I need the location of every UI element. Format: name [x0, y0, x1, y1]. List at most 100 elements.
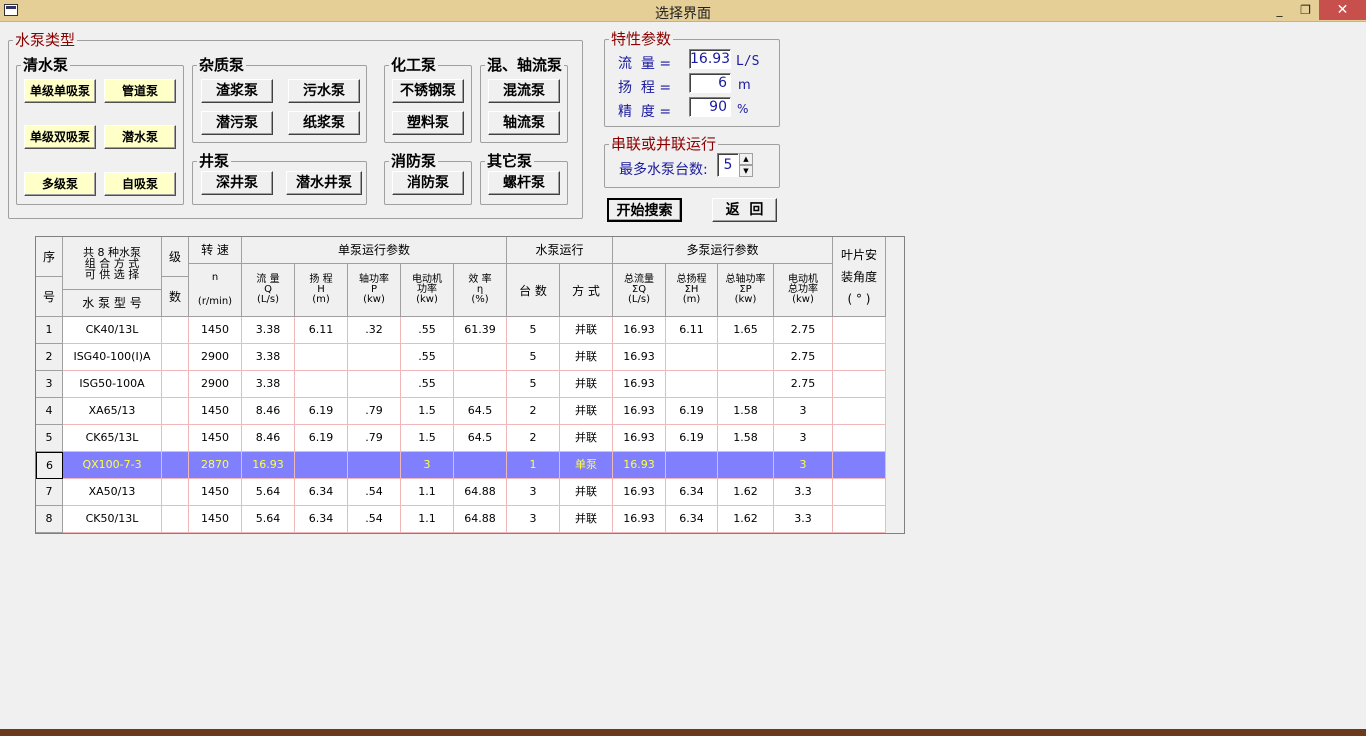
head-cell[interactable]: 6.11: [295, 317, 348, 344]
model-cell[interactable]: CK40/13L: [63, 317, 162, 344]
total-head-cell[interactable]: [666, 371, 718, 398]
motor-power-cell[interactable]: .55: [401, 344, 454, 371]
submersible-sewage-pump-button[interactable]: 潜污泵: [201, 111, 273, 135]
sewage-pump-button[interactable]: 污水泵: [288, 79, 360, 103]
efficiency-cell[interactable]: 64.88: [454, 479, 507, 506]
head-cell[interactable]: [295, 344, 348, 371]
fire-pump-button[interactable]: 消防泵: [392, 171, 464, 195]
total-shaft-power-cell[interactable]: 1.62: [718, 506, 774, 533]
total-motor-power-cell[interactable]: 3.3: [774, 479, 833, 506]
count-cell[interactable]: 3: [507, 506, 560, 533]
shaft-power-cell[interactable]: [348, 344, 401, 371]
mixed-flow-pump-button[interactable]: 混流泵: [488, 79, 560, 103]
speed-cell[interactable]: 1450: [189, 479, 242, 506]
seq-cell[interactable]: 2: [36, 344, 63, 371]
stage-cell[interactable]: [162, 425, 189, 452]
single-stage-double-suction-button[interactable]: 单级双吸泵: [24, 125, 96, 149]
seq-cell[interactable]: 1: [36, 317, 63, 344]
plastic-pump-button[interactable]: 塑料泵: [392, 111, 464, 135]
speed-cell[interactable]: 1450: [189, 506, 242, 533]
precision-input[interactable]: 90: [689, 97, 731, 117]
multistage-pump-button[interactable]: 多级泵: [24, 172, 96, 196]
total-flow-cell[interactable]: 16.93: [613, 317, 666, 344]
seq-cell[interactable]: 8: [36, 506, 63, 533]
stage-cell[interactable]: [162, 371, 189, 398]
head-cell[interactable]: [295, 452, 348, 479]
count-cell[interactable]: 5: [507, 317, 560, 344]
head-cell[interactable]: 6.34: [295, 479, 348, 506]
close-button[interactable]: ✕: [1319, 0, 1366, 20]
speed-cell[interactable]: 2870: [189, 452, 242, 479]
total-head-cell[interactable]: 6.19: [666, 398, 718, 425]
single-stage-single-suction-button[interactable]: 单级单吸泵: [24, 79, 96, 103]
total-shaft-power-cell[interactable]: 1.65: [718, 317, 774, 344]
total-shaft-power-cell[interactable]: [718, 344, 774, 371]
total-head-cell[interactable]: 6.19: [666, 425, 718, 452]
blade-angle-cell[interactable]: [833, 452, 886, 479]
total-shaft-power-cell[interactable]: 1.62: [718, 479, 774, 506]
motor-power-cell[interactable]: .55: [401, 317, 454, 344]
efficiency-cell[interactable]: [454, 452, 507, 479]
total-flow-cell[interactable]: 16.93: [613, 506, 666, 533]
seq-cell[interactable]: 7: [36, 479, 63, 506]
count-cell[interactable]: 5: [507, 344, 560, 371]
max-pump-count-input[interactable]: 5: [717, 153, 739, 177]
total-shaft-power-cell[interactable]: 1.58: [718, 425, 774, 452]
total-flow-cell[interactable]: 16.93: [613, 398, 666, 425]
model-cell[interactable]: XA50/13: [63, 479, 162, 506]
total-motor-power-cell[interactable]: 3: [774, 398, 833, 425]
model-cell[interactable]: ISG50-100A: [63, 371, 162, 398]
total-motor-power-cell[interactable]: 3: [774, 452, 833, 479]
efficiency-cell[interactable]: [454, 344, 507, 371]
flow-cell[interactable]: 16.93: [242, 452, 295, 479]
model-cell[interactable]: QX100-7-3: [63, 452, 162, 479]
blade-angle-cell[interactable]: [833, 344, 886, 371]
total-flow-cell[interactable]: 16.93: [613, 371, 666, 398]
total-motor-power-cell[interactable]: 2.75: [774, 317, 833, 344]
count-cell[interactable]: 3: [507, 479, 560, 506]
stage-cell[interactable]: [162, 317, 189, 344]
total-head-cell[interactable]: [666, 452, 718, 479]
back-button[interactable]: 返 回: [712, 198, 777, 222]
flow-cell[interactable]: 3.38: [242, 371, 295, 398]
blade-angle-cell[interactable]: [833, 317, 886, 344]
motor-power-cell[interactable]: 1.1: [401, 506, 454, 533]
total-flow-cell[interactable]: 16.93: [613, 452, 666, 479]
shaft-power-cell[interactable]: [348, 371, 401, 398]
stainless-steel-pump-button[interactable]: 不锈钢泵: [392, 79, 464, 103]
mode-cell[interactable]: 并联: [560, 506, 613, 533]
total-head-cell[interactable]: [666, 344, 718, 371]
model-cell[interactable]: CK50/13L: [63, 506, 162, 533]
shaft-power-cell[interactable]: .79: [348, 425, 401, 452]
efficiency-cell[interactable]: 64.5: [454, 425, 507, 452]
count-cell[interactable]: 2: [507, 398, 560, 425]
model-cell[interactable]: ISG40-100(I)A: [63, 344, 162, 371]
pulp-pump-button[interactable]: 纸浆泵: [288, 111, 360, 135]
results-grid[interactable]: 序号共 8 种水泵 组 合 方 式 可 供 选 择水 泵 型 号级数转 速 n (r…: [35, 236, 905, 534]
submersible-well-pump-button[interactable]: 潜水井泵: [286, 171, 362, 195]
slurry-pump-button[interactable]: 渣浆泵: [201, 79, 273, 103]
spinner-up-button[interactable]: ▲: [739, 153, 753, 165]
total-motor-power-cell[interactable]: 3.3: [774, 506, 833, 533]
mode-cell[interactable]: 并联: [560, 344, 613, 371]
speed-cell[interactable]: 1450: [189, 317, 242, 344]
start-search-button[interactable]: 开始搜索: [607, 198, 682, 222]
total-shaft-power-cell[interactable]: 1.58: [718, 398, 774, 425]
motor-power-cell[interactable]: 3: [401, 452, 454, 479]
speed-cell[interactable]: 1450: [189, 398, 242, 425]
total-flow-cell[interactable]: 16.93: [613, 479, 666, 506]
flow-cell[interactable]: 8.46: [242, 398, 295, 425]
self-priming-pump-button[interactable]: 自吸泵: [104, 172, 176, 196]
mode-cell[interactable]: 并联: [560, 479, 613, 506]
blade-angle-cell[interactable]: [833, 425, 886, 452]
flow-input[interactable]: 16.93: [689, 49, 731, 69]
total-shaft-power-cell[interactable]: [718, 452, 774, 479]
speed-cell[interactable]: 2900: [189, 344, 242, 371]
flow-cell[interactable]: 5.64: [242, 479, 295, 506]
shaft-power-cell[interactable]: [348, 452, 401, 479]
total-head-cell[interactable]: 6.34: [666, 479, 718, 506]
total-head-cell[interactable]: 6.34: [666, 506, 718, 533]
seq-cell[interactable]: 4: [36, 398, 63, 425]
blade-angle-cell[interactable]: [833, 479, 886, 506]
spinner-down-button[interactable]: ▼: [739, 165, 753, 177]
